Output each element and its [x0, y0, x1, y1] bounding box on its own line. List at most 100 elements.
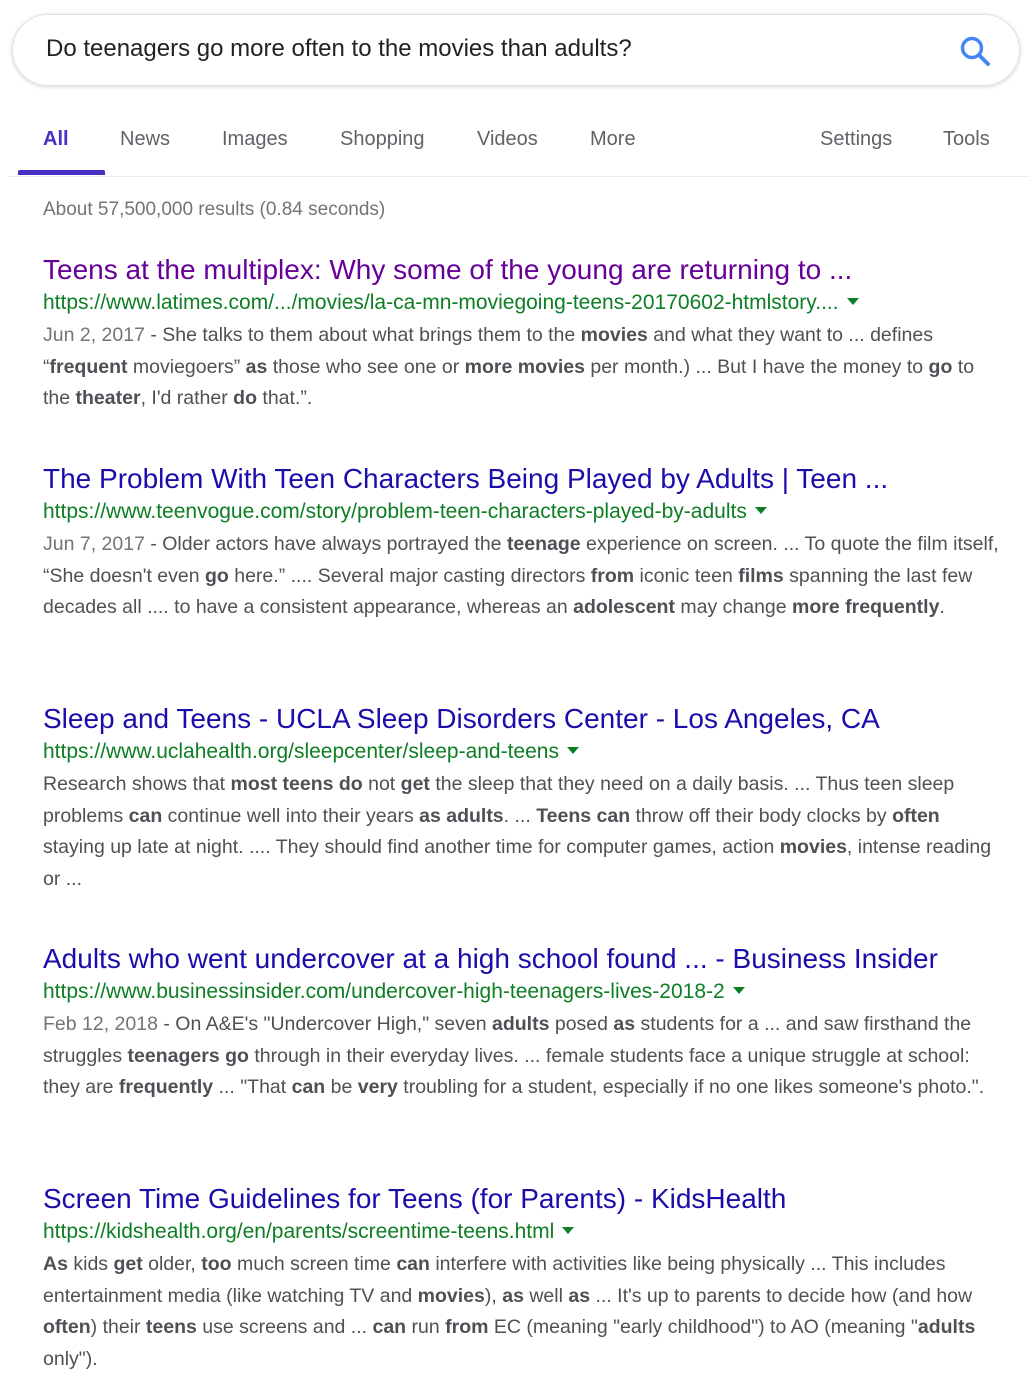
snippet-highlight: frequently: [118, 1076, 214, 1099]
snippet-text: that.”.: [257, 387, 313, 410]
snippet-highlight: adults: [492, 1013, 550, 1035]
snippet-highlight: often: [892, 804, 940, 827]
snippet-highlight: adults: [917, 1316, 976, 1339]
result-url-row: https://www.teenvogue.com/story/problem-…: [43, 499, 1003, 525]
snippet-highlight: most teens do: [230, 773, 363, 795]
snippet-highlight: very: [357, 1076, 398, 1099]
snippet-text: may change: [674, 596, 793, 619]
snippet-highlight: go: [928, 355, 953, 378]
snippet-text: ) their: [90, 1316, 146, 1339]
snippet-text: .: [939, 596, 945, 619]
snippet-highlight: can: [396, 1253, 430, 1275]
snippet-highlight: movies: [779, 836, 847, 859]
snippet-highlight: as: [613, 1013, 636, 1035]
result-date: Jun 7, 2017: [43, 533, 145, 555]
snippet-highlight: can: [128, 804, 163, 827]
dropdown-arrow-icon[interactable]: [562, 1226, 575, 1234]
dropdown-arrow-icon[interactable]: [754, 506, 767, 514]
snippet-highlight: can: [291, 1076, 326, 1099]
snippet-highlight: more frequently: [792, 596, 940, 619]
result-title-link[interactable]: The Problem With Teen Characters Being P…: [43, 462, 1003, 496]
snippet-text: run: [406, 1316, 446, 1339]
snippet-text: those who see one or: [267, 355, 465, 378]
snippet-text: ... "That: [213, 1076, 292, 1099]
snippet-highlight: movies: [417, 1284, 485, 1307]
snippet-highlight: adolescent: [573, 596, 675, 619]
snippet-highlight: teens: [145, 1316, 197, 1339]
result-title-link[interactable]: Screen Time Guidelines for Teens (for Pa…: [43, 1182, 1003, 1216]
snippet-text: ... It's up to parents to decide how (an…: [590, 1284, 973, 1307]
search-result: Sleep and Teens - UCLA Sleep Disorders C…: [43, 702, 1003, 896]
tab-news[interactable]: News: [120, 128, 170, 151]
snippet-text: only").: [43, 1348, 98, 1371]
snippet-text: posed: [549, 1013, 614, 1035]
snippet-text: iconic teen: [634, 564, 739, 587]
tab-settings[interactable]: Settings: [820, 128, 892, 151]
tab-videos[interactable]: Videos: [477, 128, 538, 151]
result-url[interactable]: https://www.teenvogue.com/story/problem-…: [43, 500, 747, 523]
snippet-text: ),: [484, 1284, 503, 1307]
tab-images[interactable]: Images: [222, 128, 288, 151]
result-url-row: https://www.latimes.com/.../movies/la-ca…: [43, 290, 1003, 316]
search-result: Screen Time Guidelines for Teens (for Pa…: [43, 1182, 1003, 1376]
snippet-highlight: As: [43, 1253, 68, 1275]
result-date: Jun 2, 2017: [43, 324, 145, 346]
tab-shopping[interactable]: Shopping: [340, 128, 425, 151]
result-title-link[interactable]: Adults who went undercover at a high sch…: [43, 942, 1003, 976]
snippet-text: well: [523, 1284, 569, 1307]
snippet-highlight: more movies: [464, 355, 585, 378]
snippet-text: moviegoers”: [127, 355, 246, 378]
snippet-highlight: as: [568, 1284, 591, 1307]
snippet-text: not: [362, 773, 401, 795]
result-url[interactable]: https://www.latimes.com/.../movies/la-ca…: [43, 291, 839, 314]
result-url[interactable]: https://www.uclahealth.org/sleepcenter/s…: [43, 740, 559, 763]
snippet-highlight: get: [113, 1253, 143, 1275]
snippet-highlight: Teens can: [536, 804, 631, 827]
result-title-link[interactable]: Teens at the multiplex: Why some of the …: [43, 253, 1003, 287]
result-stats: About 57,500,000 results (0.84 seconds): [43, 199, 386, 220]
snippet-text: continue well into their years: [162, 804, 420, 827]
snippet-text: throw off their body clocks by: [630, 804, 893, 827]
search-result: Adults who went undercover at a high sch…: [43, 942, 1003, 1104]
snippet-highlight: can: [372, 1316, 407, 1339]
snippet-text: She talks to them about what brings them…: [162, 324, 581, 346]
snippet-text: , I'd rather: [140, 387, 234, 410]
search-result: Teens at the multiplex: Why some of the …: [43, 253, 1003, 415]
result-url-row: https://www.uclahealth.org/sleepcenter/s…: [43, 739, 1003, 765]
search-box[interactable]: Do teenagers go more often to the movies…: [12, 14, 1020, 86]
search-result: The Problem With Teen Characters Being P…: [43, 462, 1003, 624]
result-url-row: https://kidshealth.org/en/parents/screen…: [43, 1219, 1003, 1245]
snippet-highlight: go: [205, 564, 229, 587]
snippet-text: older,: [142, 1253, 202, 1275]
result-url[interactable]: https://www.businessinsider.com/undercov…: [43, 980, 725, 1003]
result-snippet: Jun 2, 2017 - She talks to them about wh…: [43, 324, 975, 410]
tab-all[interactable]: All: [43, 128, 69, 151]
snippet-highlight: films: [738, 564, 784, 587]
snippet-highlight: as adults: [419, 804, 504, 827]
snippet-highlight: do: [233, 387, 257, 410]
dropdown-arrow-icon[interactable]: [732, 986, 745, 994]
search-button[interactable]: [957, 33, 993, 69]
snippet-text: EC (meaning "early childhood") to AO (me…: [488, 1316, 918, 1339]
snippet-highlight: from: [590, 564, 635, 587]
snippet-highlight: as: [502, 1284, 524, 1307]
result-title-link[interactable]: Sleep and Teens - UCLA Sleep Disorders C…: [43, 702, 1003, 736]
dropdown-arrow-icon[interactable]: [846, 297, 859, 305]
snippet-text: staying up late at night. .... They shou…: [43, 836, 780, 859]
snippet-text: troubling for a student, especially if n…: [397, 1076, 985, 1099]
result-snippet: As kids get older, too much screen time …: [43, 1249, 1003, 1376]
snippet-text: here.” .... Several major casting direct…: [228, 564, 591, 587]
magnifier-icon[interactable]: [957, 33, 993, 69]
snippet-highlight: get: [400, 773, 430, 795]
snippet-text: . ...: [503, 804, 537, 827]
snippet-highlight: from: [445, 1316, 489, 1339]
snippet-highlight: often: [43, 1316, 91, 1339]
active-tab-indicator: [18, 170, 105, 175]
result-snippet: Jun 7, 2017 - Older actors have always p…: [43, 533, 999, 619]
tab-more[interactable]: More: [590, 128, 636, 151]
result-url[interactable]: https://kidshealth.org/en/parents/screen…: [43, 1220, 554, 1243]
search-input[interactable]: Do teenagers go more often to the movies…: [46, 35, 632, 63]
dropdown-arrow-icon[interactable]: [566, 746, 579, 754]
tab-tools[interactable]: Tools: [943, 128, 990, 151]
snippet-text: On A&E's "Undercover High," seven: [175, 1013, 492, 1035]
